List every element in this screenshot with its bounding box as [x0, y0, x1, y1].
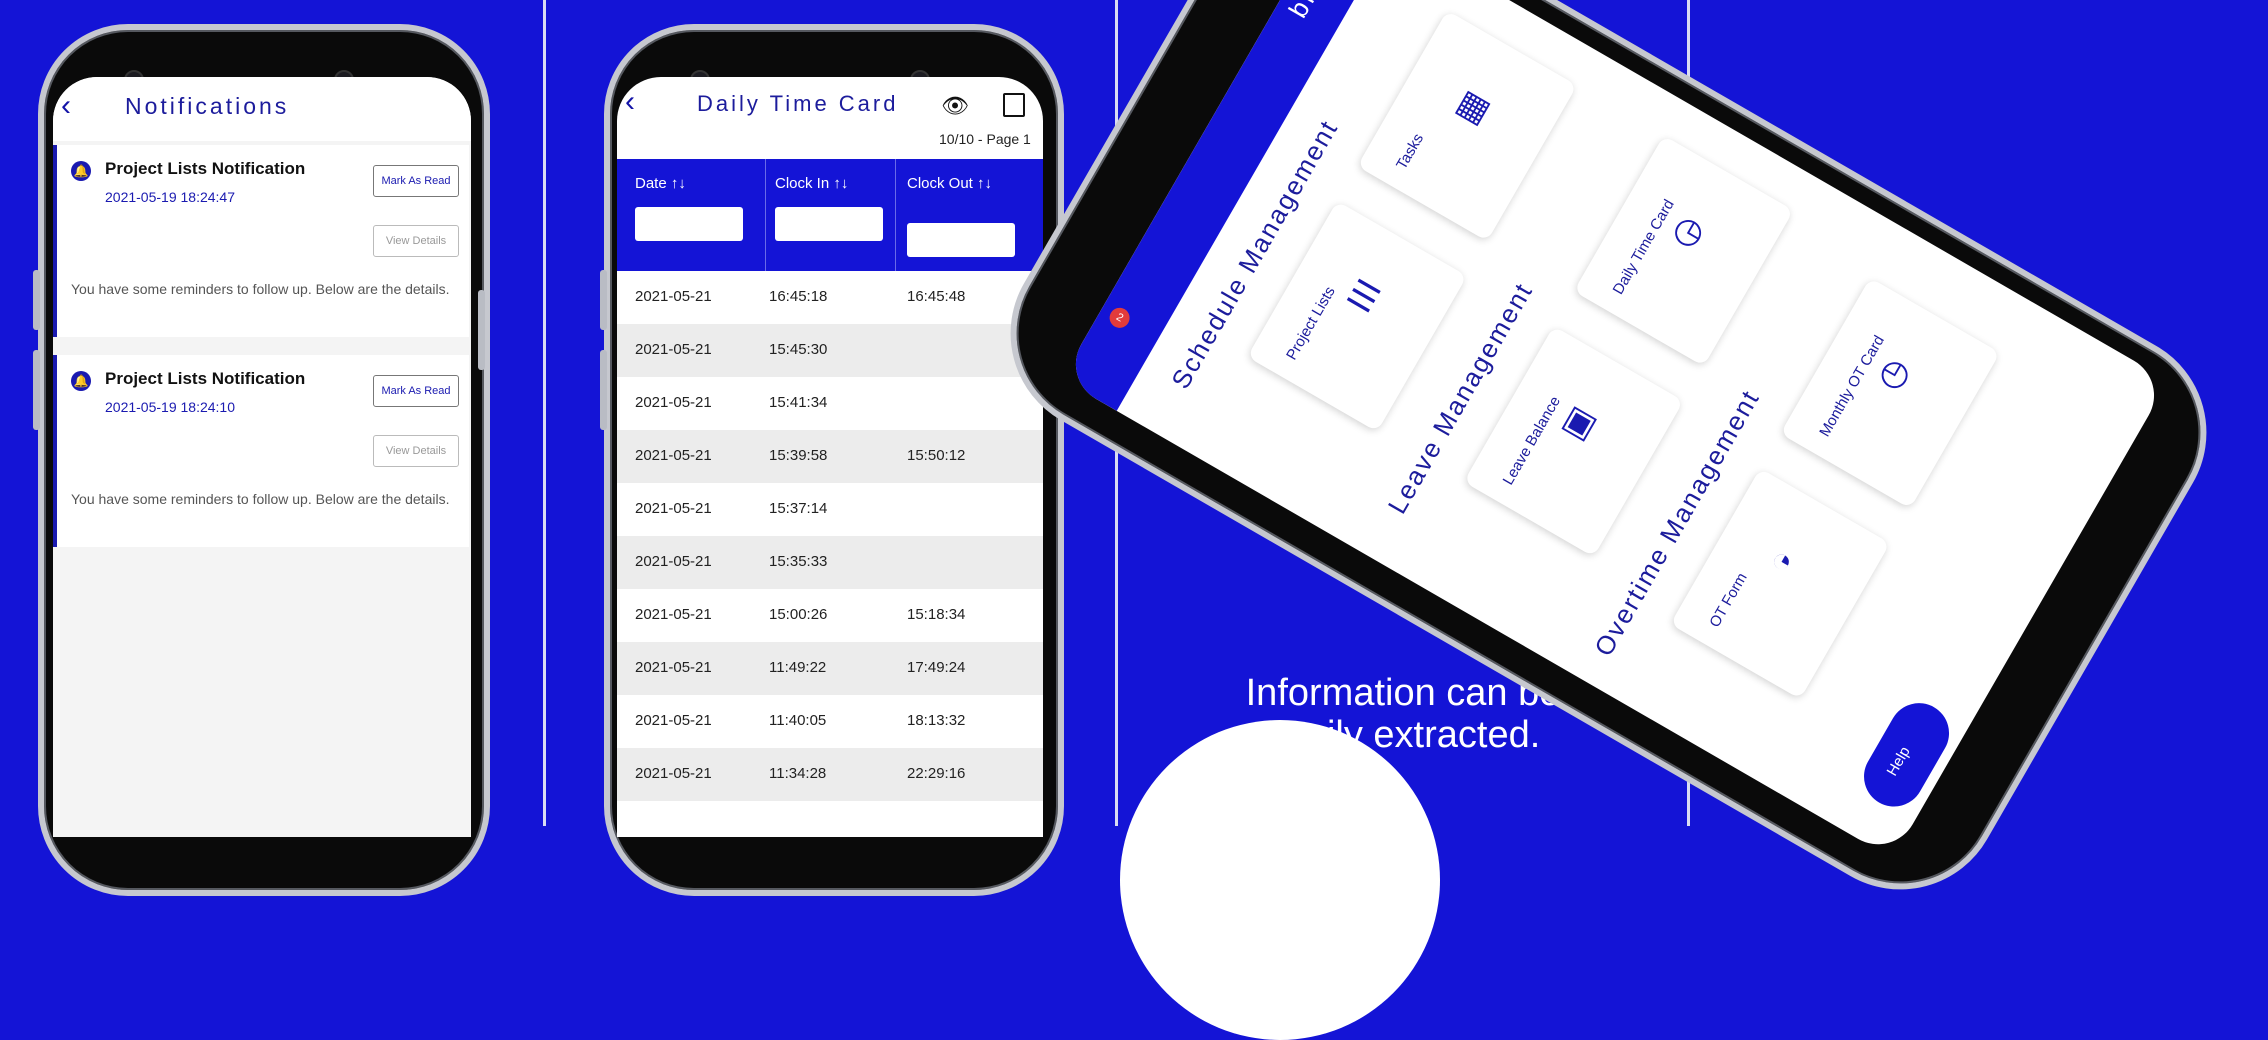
mark-as-read-button[interactable]: Mark As Read [373, 375, 459, 407]
column-label: Clock In ↑↓ [775, 175, 849, 192]
cell-clock-in: 11:40:05 [769, 712, 827, 729]
table-row[interactable]: 2021-05-21 15:00:26 15:18:34 [617, 589, 1043, 642]
back-arrow-icon[interactable]: ‹ [61, 89, 71, 123]
time-card-screen: ‹ Daily Time Card 👁 10/10 - Page 1 Date … [617, 77, 1043, 837]
brand-logo: bizzsync [1282, 0, 1371, 23]
back-arrow-icon[interactable]: ‹ [625, 85, 635, 119]
cell-date: 2021-05-21 [635, 394, 712, 411]
page-title: Notifications [125, 93, 290, 119]
cell-clock-out: 15:50:12 [907, 447, 966, 464]
help-label: Help [1883, 743, 1914, 779]
table-row[interactable]: 2021-05-21 15:35:33 [617, 536, 1043, 589]
calendar-clock-icon: ◴ [1873, 349, 1919, 398]
cell-clock-in: 15:37:14 [769, 500, 828, 517]
table-row[interactable]: 2021-05-21 11:34:28 22:29:16 [617, 748, 1043, 801]
cell-date: 2021-05-21 [635, 765, 712, 782]
column-clock-in[interactable]: Clock In ↑↓ [765, 159, 896, 271]
notification-text: You have some reminders to follow up. Be… [71, 281, 450, 297]
cell-clock-in: 11:34:28 [769, 765, 827, 782]
cell-clock-out: 15:18:34 [907, 606, 966, 623]
cell-date: 2021-05-21 [635, 500, 712, 517]
clock-in-filter-input[interactable] [775, 207, 883, 241]
column-date[interactable]: Date ↑↓ [617, 159, 766, 271]
cell-date: 2021-05-21 [635, 659, 712, 676]
tile-label: OT Form [1706, 570, 1751, 631]
sort-arrows-icon[interactable]: ↑↓ [977, 175, 992, 192]
sort-arrows-icon[interactable]: ↑↓ [833, 175, 848, 192]
tile-label: Daily Time Card [1609, 196, 1678, 298]
volume-button [600, 270, 607, 330]
sort-arrows-icon[interactable]: ↑↓ [671, 175, 686, 192]
notification-card[interactable]: 🔔 Project Lists Notification 2021-05-19 … [53, 145, 469, 337]
cell-clock-in: 15:00:26 [769, 606, 828, 623]
volume-button [33, 350, 40, 430]
table-row[interactable]: 2021-05-21 15:41:34 [617, 377, 1043, 430]
clock-icon: ◷ [1666, 207, 1712, 255]
tile-monthly-ot-card[interactable]: ◴ Monthly OT Card [1780, 277, 2001, 509]
decorative-circle [1120, 720, 1440, 1040]
tile-label: Tasks [1393, 130, 1428, 173]
table-row[interactable]: 2021-05-21 15:39:58 15:50:12 [617, 430, 1043, 483]
cell-clock-out: 22:29:16 [907, 765, 966, 782]
list-star-icon: ☰ [1340, 272, 1386, 321]
panel-separator [543, 0, 546, 826]
volume-button [600, 350, 607, 430]
app-header: ‹ Notifications [53, 77, 471, 141]
notification-time: 2021-05-19 18:24:47 [105, 189, 235, 205]
power-button [478, 290, 485, 370]
tile-label: Project Lists [1283, 283, 1339, 364]
notifications-list: 🔔 Project Lists Notification 2021-05-19 … [53, 141, 471, 837]
bell-icon: 🔔 [71, 161, 91, 181]
document-search-icon[interactable] [1003, 93, 1025, 117]
cell-clock-out: 17:49:24 [907, 659, 966, 676]
cell-clock-in: 15:39:58 [769, 447, 828, 464]
calendar-check-icon: ▣ [1556, 397, 1604, 447]
cell-clock-in: 15:41:34 [769, 394, 828, 411]
cell-clock-in: 15:35:33 [769, 553, 828, 570]
grid-icon: ▦ [1450, 82, 1498, 132]
cell-clock-out: 18:13:32 [907, 712, 966, 729]
notification-title: Project Lists Notification [105, 159, 306, 178]
cell-clock-in: 11:49:22 [769, 659, 827, 676]
notification-count-badge[interactable]: 2 [1105, 304, 1134, 332]
cell-date: 2021-05-21 [635, 447, 712, 464]
table-row[interactable]: 2021-05-21 16:45:18 16:45:48 [617, 271, 1043, 324]
view-details-button[interactable]: View Details [373, 435, 459, 467]
table-row[interactable]: 2021-05-21 11:49:22 17:49:24 [617, 642, 1043, 695]
cell-clock-out: 16:45:48 [907, 288, 966, 305]
tile-daily-time-card[interactable]: ◷ Daily Time Card [1573, 135, 1794, 367]
cell-date: 2021-05-21 [635, 341, 712, 358]
notification-time: 2021-05-19 18:24:10 [105, 399, 235, 415]
table-row[interactable]: 2021-05-21 11:40:05 18:13:32 [617, 695, 1043, 748]
column-clock-out[interactable]: Clock Out ↑↓ [895, 159, 1043, 271]
cell-date: 2021-05-21 [635, 553, 712, 570]
clock-out-filter-input[interactable] [907, 223, 1015, 257]
cell-date: 2021-05-21 [635, 606, 712, 623]
table-header: Date ↑↓ Clock In ↑↓ Clock Out ↑↓ [617, 159, 1043, 271]
notifications-screen: ‹ Notifications 🔔 Project Lists Notifica… [53, 77, 471, 837]
volume-button [33, 270, 40, 330]
tile-tasks[interactable]: ▦ Tasks [1357, 10, 1578, 242]
notification-text: You have some reminders to follow up. Be… [71, 491, 450, 507]
mark-as-read-button[interactable]: Mark As Read [373, 165, 459, 197]
notification-card[interactable]: 🔔 Project Lists Notification 2021-05-19 … [53, 355, 469, 547]
notification-title: Project Lists Notification [105, 369, 306, 388]
bell-icon: 🔔 [71, 371, 91, 391]
pagination-label: 10/10 - Page 1 [939, 131, 1031, 147]
column-label: Clock Out ↑↓ [907, 175, 993, 192]
table-row[interactable]: 2021-05-21 15:37:14 [617, 483, 1043, 536]
view-details-button[interactable]: View Details [373, 225, 459, 257]
cell-date: 2021-05-21 [635, 288, 712, 305]
tile-label: Leave Balance [1499, 393, 1565, 489]
column-label: Date ↑↓ [635, 175, 686, 192]
cell-clock-in: 16:45:18 [769, 288, 828, 305]
date-filter-input[interactable] [635, 207, 743, 241]
cell-clock-in: 15:45:30 [769, 341, 828, 358]
eye-icon[interactable]: 👁 [941, 93, 969, 119]
cell-date: 2021-05-21 [635, 712, 712, 729]
page-title: Daily Time Card [697, 91, 899, 116]
form-clock-icon: ◔ [1763, 539, 1801, 583]
